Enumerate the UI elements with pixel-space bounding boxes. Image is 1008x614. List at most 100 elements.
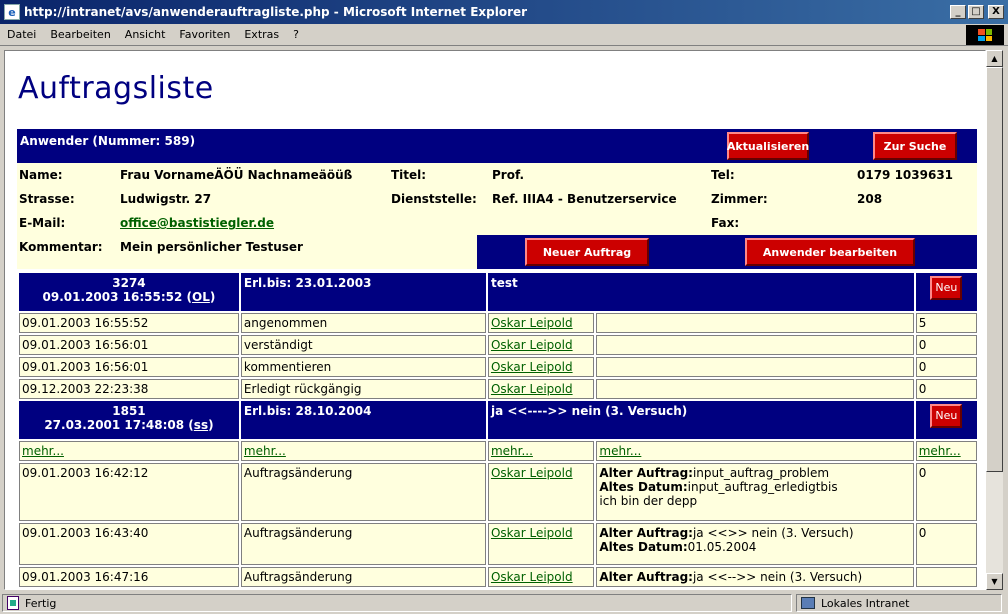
maximize-button[interactable]: □ <box>968 5 984 19</box>
room-label: Zimmer: <box>711 192 768 206</box>
street-value: Ludwigstr. 27 <box>120 192 212 206</box>
row-count <box>915 567 977 587</box>
row-action: Auftragsänderung <box>240 523 486 565</box>
fax-label: Fax: <box>711 216 740 230</box>
row-person-link[interactable]: Oskar Leipold <box>491 382 573 396</box>
new-entry-button[interactable]: Neu <box>930 404 963 428</box>
old-order-label: Alter Auftrag: <box>599 570 693 584</box>
name-label: Name: <box>19 168 63 182</box>
email-label: E-Mail: <box>19 216 66 230</box>
scroll-down-button[interactable]: ▼ <box>986 573 1003 590</box>
vertical-scrollbar[interactable]: ▲ ▼ <box>986 50 1003 590</box>
row-count: 0 <box>915 379 977 399</box>
more-link[interactable]: mehr... <box>244 444 286 458</box>
row-person-link[interactable]: Oskar Leipold <box>491 526 573 540</box>
old-order-label: Alter Auftrag: <box>599 466 693 480</box>
menu-datei[interactable]: Datei <box>0 28 43 41</box>
tel-label: Tel: <box>711 168 735 182</box>
order-id-cell: 3274 09.01.2003 16:55:52 (OL) <box>19 273 239 311</box>
row-action: angenommen <box>240 313 486 333</box>
order-header-row: 3274 09.01.2003 16:55:52 (OL) Erl.bis: 2… <box>19 273 977 311</box>
search-button[interactable]: Zur Suche <box>873 132 957 160</box>
more-link[interactable]: mehr... <box>491 444 533 458</box>
status-bar: Fertig Lokales Intranet <box>0 592 1008 614</box>
email-link[interactable]: office@bastistiegler.de <box>120 216 274 230</box>
order-subject: test <box>487 273 914 311</box>
name-value: Frau VornameÄÖÜ Nachnameäöüß <box>120 168 353 182</box>
table-row: 09.01.2003 16:47:16 Auftragsänderung Osk… <box>19 567 977 587</box>
row-details <box>596 335 914 355</box>
status-panel: Fertig <box>2 594 792 612</box>
table-row: 09.01.2003 16:56:01 verständigt Oskar Le… <box>19 335 977 355</box>
menu-help[interactable]: ? <box>286 28 306 41</box>
row-count: 0 <box>915 335 977 355</box>
close-button[interactable]: X <box>988 5 1004 19</box>
title-label: Titel: <box>391 168 427 182</box>
order-code-link[interactable]: OL <box>192 290 210 304</box>
table-row: 09.01.2003 16:56:01 kommentieren Oskar L… <box>19 357 977 377</box>
status-text: Fertig <box>25 596 57 610</box>
zone-panel: Lokales Intranet <box>796 594 1002 612</box>
table-row: 09.01.2003 16:55:52 angenommen Oskar Lei… <box>19 313 977 333</box>
row-details: Alter Auftrag:ja <<-->> nein (3. Versuch… <box>596 567 914 587</box>
row-details <box>596 313 914 333</box>
menu-bearbeiten[interactable]: Bearbeiten <box>43 28 117 41</box>
row-extra-text: ich bin der depp <box>599 494 698 508</box>
row-action: Auftragsänderung <box>240 567 486 587</box>
refresh-button[interactable]: Aktualisieren <box>727 132 809 160</box>
row-action: Erledigt rückgängig <box>240 379 486 399</box>
order-code-link[interactable]: ss <box>194 418 208 432</box>
comment-label: Kommentar: <box>19 240 103 254</box>
old-date-value: 01.05.2004 <box>687 540 757 554</box>
order-id: 1851 <box>112 404 146 418</box>
scroll-up-button[interactable]: ▲ <box>986 50 1003 67</box>
room-value: 208 <box>857 192 883 206</box>
row-details <box>596 379 914 399</box>
old-date-value: input_auftrag_erledigtbis <box>687 480 838 494</box>
office-label: Dienststelle: <box>391 192 477 206</box>
order-date: 09.01.2003 16:55:52 <box>42 290 183 304</box>
user-header-bar: Anwender (Nummer: 589) Aktualisieren Zur… <box>17 129 977 163</box>
row-date: 09.01.2003 16:56:01 <box>19 357 239 377</box>
menu-ansicht[interactable]: Ansicht <box>118 28 173 41</box>
row-person-link[interactable]: Oskar Leipold <box>491 316 573 330</box>
row-date: 09.01.2003 16:43:40 <box>19 523 239 565</box>
comment-value: Mein persönlicher Testuser <box>120 240 303 254</box>
row-date: 09.01.2003 16:47:16 <box>19 567 239 587</box>
row-person-link[interactable]: Oskar Leipold <box>491 466 573 480</box>
menu-extras[interactable]: Extras <box>237 28 286 41</box>
new-entry-button[interactable]: Neu <box>930 276 963 300</box>
user-header-label: Anwender (Nummer: 589) <box>20 134 196 148</box>
row-details: Alter Auftrag:ja <<>> nein (3. Versuch) … <box>596 523 914 565</box>
table-row: 09.12.2003 22:23:38 Erledigt rückgängig … <box>19 379 977 399</box>
row-count: 0 <box>915 463 977 521</box>
minimize-button[interactable]: _ <box>950 5 966 19</box>
order-due: Erl.bis: 28.10.2004 <box>240 401 486 439</box>
more-link[interactable]: mehr... <box>919 444 961 458</box>
scroll-thumb[interactable] <box>986 67 1003 472</box>
old-order-label: Alter Auftrag: <box>599 526 693 540</box>
window-titlebar: e http://intranet/avs/anwenderauftraglis… <box>0 0 1008 24</box>
row-person-link[interactable]: Oskar Leipold <box>491 338 573 352</box>
new-order-button[interactable]: Neuer Auftrag <box>525 238 649 266</box>
table-row: 09.01.2003 16:43:40 Auftragsänderung Osk… <box>19 523 977 565</box>
ie-icon: e <box>4 4 20 20</box>
old-order-value: ja <<-->> nein (3. Versuch) <box>692 570 863 584</box>
row-person-link[interactable]: Oskar Leipold <box>491 360 573 374</box>
row-action: verständigt <box>240 335 486 355</box>
orders-table: 3274 09.01.2003 16:55:52 (OL) Erl.bis: 2… <box>17 271 979 589</box>
old-order-value: ja <<>> nein (3. Versuch) <box>692 526 854 540</box>
order-id: 3274 <box>112 276 146 290</box>
menu-favoriten[interactable]: Favoriten <box>172 28 237 41</box>
order-header-row: 1851 27.03.2001 17:48:08 (ss) Erl.bis: 2… <box>19 401 977 439</box>
row-details: Alter Auftrag:input_auftrag_problem Alte… <box>596 463 914 521</box>
row-person-link[interactable]: Oskar Leipold <box>491 570 573 584</box>
order-date: 27.03.2001 17:48:08 <box>44 418 185 432</box>
page-done-icon <box>7 596 19 610</box>
intranet-zone-icon <box>801 597 815 609</box>
more-link[interactable]: mehr... <box>599 444 641 458</box>
old-date-label: Altes Datum: <box>599 480 688 494</box>
row-date: 09.12.2003 22:23:38 <box>19 379 239 399</box>
more-link[interactable]: mehr... <box>22 444 64 458</box>
edit-user-button[interactable]: Anwender bearbeiten <box>745 238 915 266</box>
